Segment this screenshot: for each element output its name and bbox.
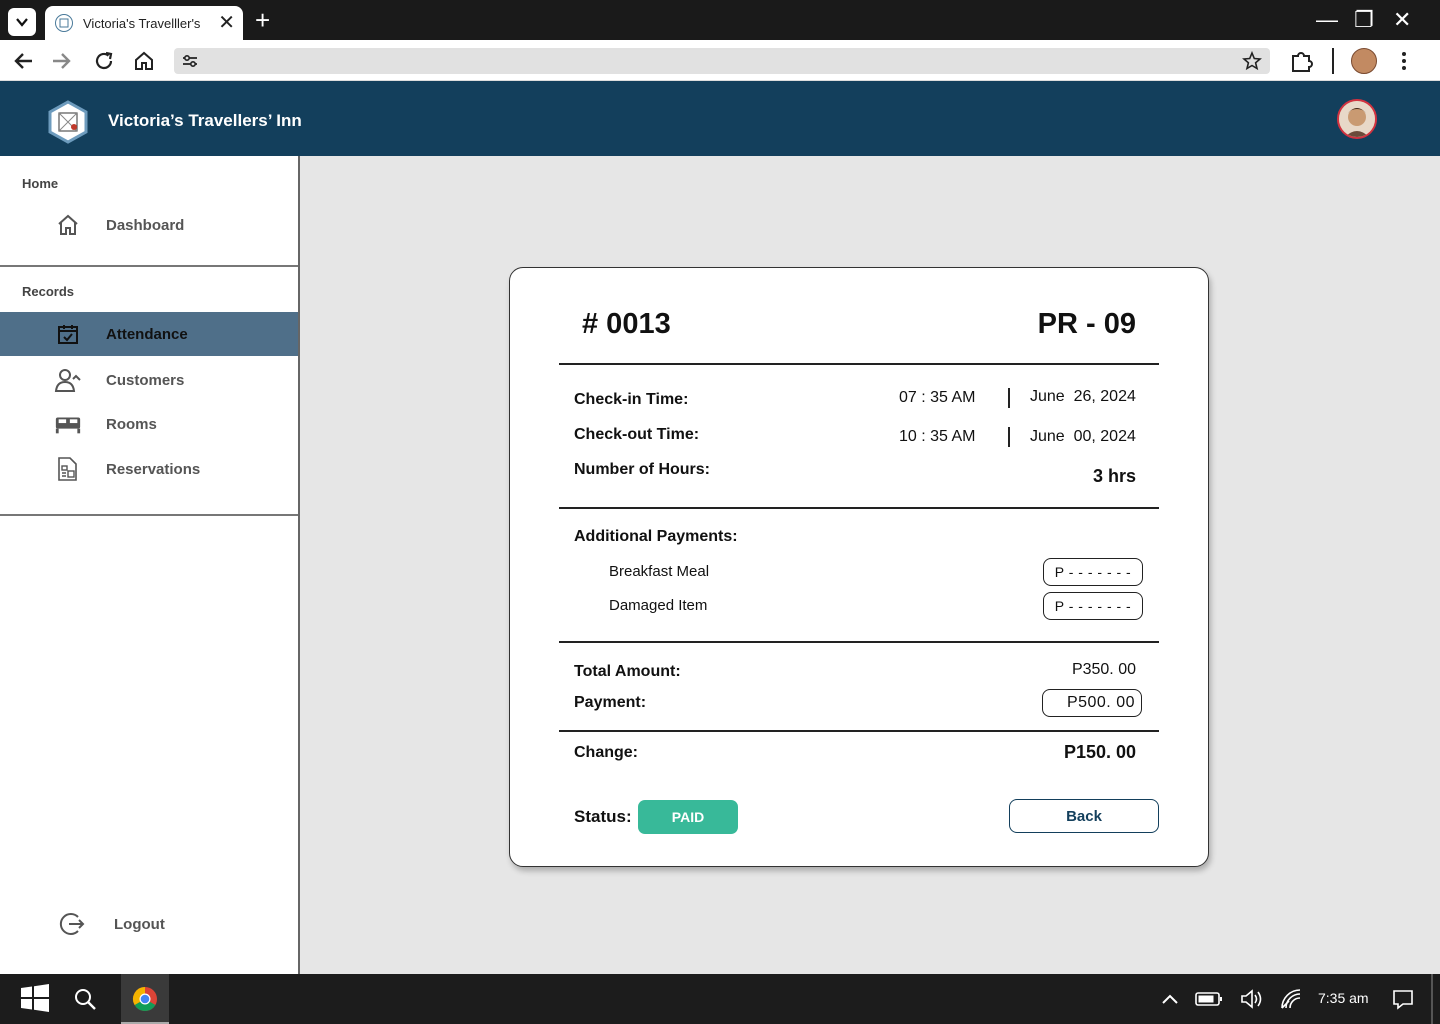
logout-label: Logout bbox=[114, 915, 165, 933]
sidebar-item-customers[interactable]: Customers bbox=[0, 358, 298, 402]
windows-start-icon[interactable] bbox=[20, 983, 50, 1013]
os-taskbar: 7:35 am bbox=[0, 974, 1440, 1024]
user-avatar[interactable] bbox=[1337, 99, 1377, 139]
separator bbox=[1008, 427, 1010, 447]
show-desktop-button[interactable] bbox=[1431, 974, 1433, 1024]
site-settings-icon[interactable] bbox=[179, 50, 201, 77]
taskbar-clock[interactable]: 7:35 am bbox=[1318, 990, 1369, 1006]
extensions-icon[interactable] bbox=[1289, 48, 1315, 74]
customers-icon bbox=[54, 366, 82, 394]
total-value: P350. 00 bbox=[1071, 661, 1136, 678]
receipt-number: # 0013 bbox=[582, 308, 671, 340]
address-bar[interactable] bbox=[174, 48, 1270, 74]
forward-arrow-icon[interactable] bbox=[48, 48, 74, 74]
logout-button[interactable]: Logout bbox=[0, 902, 298, 946]
sidebar-item-label: Reservations bbox=[106, 460, 201, 478]
tab-title: Victoria's Travelller's bbox=[83, 15, 201, 31]
sidebar-item-label: Attendance bbox=[106, 325, 188, 343]
home-icon[interactable] bbox=[131, 48, 157, 74]
toolbar-divider bbox=[1332, 48, 1334, 74]
chrome-taskbar-button[interactable] bbox=[121, 974, 169, 1024]
breakfast-label: Breakfast Meal bbox=[609, 563, 710, 580]
chevron-down-icon bbox=[16, 18, 28, 27]
app-title: Victoria’s Travellers’ Inn bbox=[108, 111, 302, 130]
hours-label: Number of Hours: bbox=[574, 461, 710, 478]
sidebar-item-label: Rooms bbox=[106, 415, 157, 433]
sidebar-item-reservations[interactable]: Reservations bbox=[0, 447, 298, 491]
damaged-item-amount-input[interactable]: P - - - - - - - bbox=[1043, 592, 1143, 620]
total-label: Total Amount: bbox=[574, 663, 681, 680]
payment-input[interactable]: P500. 00 bbox=[1042, 689, 1142, 717]
checkout-label: Check-out Time: bbox=[574, 426, 700, 443]
hours-value: 3 hrs bbox=[1092, 466, 1136, 486]
breakfast-amount-input[interactable]: P - - - - - - - bbox=[1043, 558, 1143, 586]
browser-toolbar bbox=[0, 40, 1440, 81]
checkout-date: June 00, 2024 bbox=[1030, 428, 1136, 445]
bookmark-star-icon[interactable] bbox=[1242, 50, 1262, 76]
back-arrow-icon[interactable] bbox=[11, 48, 37, 74]
close-tab-icon[interactable]: ✕ bbox=[218, 13, 235, 33]
reservations-icon bbox=[54, 455, 82, 483]
profile-avatar[interactable] bbox=[1351, 48, 1377, 74]
checkin-time: 07 : 35 AM bbox=[899, 389, 976, 406]
logout-icon bbox=[58, 910, 86, 938]
sidebar-item-rooms[interactable]: Rooms bbox=[0, 402, 298, 446]
new-tab-button[interactable]: + bbox=[255, 6, 270, 34]
section-home-label: Home bbox=[22, 176, 59, 191]
receipt-card: # 0013 PR - 09 Check-in Time: 07 : 35 AM… bbox=[509, 267, 1209, 867]
home-icon bbox=[54, 211, 82, 239]
network-icon[interactable] bbox=[1276, 984, 1306, 1014]
divider bbox=[559, 363, 1159, 365]
chevron-up-icon[interactable] bbox=[1155, 984, 1185, 1014]
tab-search-button[interactable] bbox=[8, 8, 36, 36]
sidebar-item-label: Dashboard bbox=[106, 216, 185, 234]
change-label: Change: bbox=[574, 744, 638, 761]
back-button[interactable]: Back bbox=[1009, 799, 1159, 833]
checkin-date: June 26, 2024 bbox=[1030, 388, 1136, 405]
section-records-label: Records bbox=[22, 284, 75, 299]
sidebar-item-label: Customers bbox=[106, 371, 185, 389]
restore-button[interactable]: ❐ bbox=[1354, 6, 1374, 34]
sidebar-item-attendance[interactable]: Attendance bbox=[0, 312, 298, 356]
bed-icon bbox=[54, 410, 82, 438]
favicon-icon bbox=[55, 14, 73, 32]
change-value: P150. 00 bbox=[1063, 742, 1136, 762]
checkout-time: 10 : 35 AM bbox=[899, 428, 976, 445]
minimize-button[interactable]: — bbox=[1316, 6, 1338, 34]
app-header: Victoria’s Travellers’ Inn bbox=[0, 81, 1440, 156]
status-badge: PAID bbox=[638, 800, 738, 834]
room-code: PR - 09 bbox=[1037, 308, 1136, 340]
sidebar-divider bbox=[0, 514, 298, 516]
checkin-label: Check-in Time: bbox=[574, 391, 689, 408]
sidebar-item-dashboard[interactable]: Dashboard bbox=[0, 203, 298, 247]
calendar-check-icon bbox=[54, 320, 82, 348]
inn-logo-icon bbox=[46, 100, 90, 144]
additional-payments-label: Additional Payments: bbox=[574, 528, 738, 545]
notifications-icon[interactable] bbox=[1388, 984, 1418, 1014]
more-menu-icon[interactable] bbox=[1391, 48, 1417, 74]
chrome-icon bbox=[132, 986, 158, 1017]
damaged-item-label: Damaged Item bbox=[609, 597, 708, 614]
close-window-button[interactable]: ✕ bbox=[1393, 6, 1411, 34]
browser-tab[interactable]: Victoria's Travelller's ✕ bbox=[45, 6, 243, 40]
search-icon[interactable] bbox=[70, 984, 100, 1014]
battery-icon[interactable] bbox=[1194, 984, 1224, 1014]
sidebar-divider bbox=[0, 265, 298, 267]
separator bbox=[1008, 388, 1010, 408]
reload-icon[interactable] bbox=[91, 48, 117, 74]
browser-tab-bar: Victoria's Travelller's ✕ + — ❐ ✕ bbox=[0, 0, 1440, 40]
divider bbox=[559, 507, 1159, 509]
payment-label: Payment: bbox=[574, 694, 647, 711]
volume-icon[interactable] bbox=[1237, 984, 1267, 1014]
sidebar: Home Dashboard Records Attendance Custom… bbox=[0, 156, 300, 974]
divider bbox=[559, 730, 1159, 732]
divider bbox=[559, 641, 1159, 643]
status-label: Status: bbox=[574, 807, 632, 826]
